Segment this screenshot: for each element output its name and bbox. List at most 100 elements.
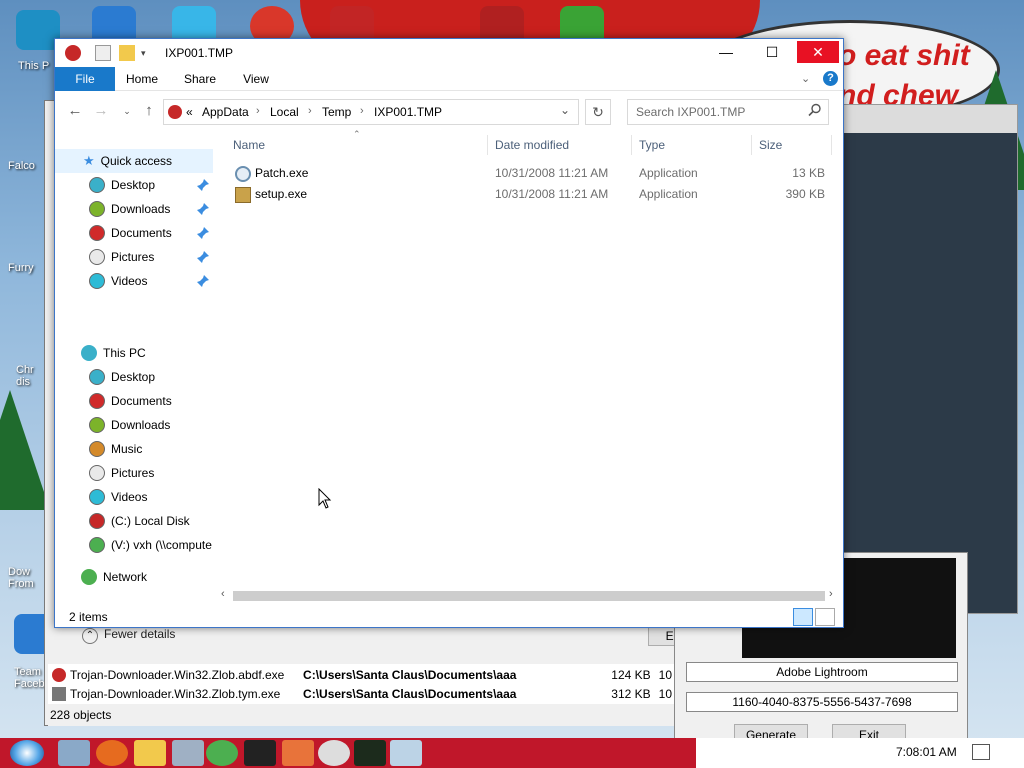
folder-icon [89, 393, 105, 409]
file-name: Trojan-Downloader.Win32.Zlob.tym.exe [70, 686, 281, 701]
chevron-right-icon[interactable]: › [360, 105, 364, 117]
folder-icon [89, 201, 105, 217]
horizontal-scrollbar[interactable]: ‹ › [217, 587, 843, 605]
forward-arrow-icon[interactable]: → [91, 101, 111, 121]
list-item[interactable]: Trojan-Downloader.Win32.Zlob.tym.exe C:\… [52, 684, 672, 703]
file-extra: 10 [658, 686, 672, 701]
folder-icon [89, 441, 105, 457]
task-view-icon[interactable] [58, 740, 90, 766]
scroll-left-icon[interactable]: ‹ [221, 588, 225, 600]
chrome-icon[interactable] [206, 740, 238, 766]
chevron-down-icon[interactable]: ⌄ [560, 103, 570, 117]
sidebar-item[interactable]: Downloads [55, 197, 213, 221]
pin-icon[interactable] [196, 178, 210, 192]
sidebar-item[interactable]: Videos [55, 485, 213, 509]
file-date: 10/31/2008 11:21 AM [495, 187, 609, 201]
list-item[interactable]: Trojan-Downloader.Win32.Zlob.abdf.exe C:… [52, 665, 672, 684]
serial-field[interactable]: 1160-4040-8375-5556-5437-7698 [686, 692, 958, 712]
tab-share[interactable]: Share [177, 67, 223, 91]
item-count: 2 items [69, 610, 108, 624]
chevron-right-icon[interactable]: › [308, 105, 312, 117]
minimize-button[interactable]: — [705, 41, 747, 63]
column-header-name[interactable]: Name [233, 131, 265, 159]
file-row[interactable]: Patch.exe 10/31/2008 11:21 AM Applicatio… [231, 163, 831, 184]
large-icons-view-icon[interactable] [815, 608, 835, 626]
scroll-right-icon[interactable]: › [829, 588, 833, 600]
close-button[interactable]: ✕ [797, 41, 839, 63]
tab-view[interactable]: View [235, 67, 277, 91]
breadcrumb-item[interactable]: IXP001.TMP [374, 105, 442, 119]
back-arrow-icon[interactable]: ← [65, 101, 85, 121]
sidebar-item[interactable]: Downloads [55, 413, 213, 437]
sidebar-item[interactable]: Desktop [55, 173, 213, 197]
sidebar-item[interactable]: Documents [55, 221, 213, 245]
notifications-icon[interactable] [972, 744, 990, 760]
app-icon[interactable] [354, 740, 386, 766]
expand-ribbon-icon[interactable]: ⌄ [801, 72, 810, 85]
sidebar-item[interactable]: (V:) vxh (\\compute [55, 533, 213, 557]
sidebar-item[interactable]: (C:) Local Disk [55, 509, 213, 533]
address-bar[interactable]: « AppData › Local › Temp › IXP001.TMP ⌄ [163, 99, 579, 125]
pin-icon[interactable] [196, 250, 210, 264]
sidebar-item[interactable]: Documents [55, 389, 213, 413]
breadcrumb-item[interactable]: Temp [322, 105, 351, 119]
pin-icon[interactable] [196, 226, 210, 240]
taskbar-clock[interactable]: 7:08:01 AM [896, 745, 957, 759]
column-header-date[interactable]: Date modified [495, 131, 569, 159]
breadcrumb-item[interactable]: AppData [202, 105, 249, 119]
app-icon[interactable] [65, 45, 81, 61]
sidebar-item[interactable]: Music [55, 437, 213, 461]
control-panel-icon[interactable] [172, 740, 204, 766]
pin-icon[interactable] [196, 274, 210, 288]
help-icon[interactable]: ? [823, 71, 838, 86]
christmas-tree-decoration [0, 390, 50, 510]
file-name: Trojan-Downloader.Win32.Zlob.abdf.exe [70, 667, 285, 682]
installer-box-icon [235, 187, 251, 203]
column-header-type[interactable]: Type [639, 131, 665, 159]
folder-icon [89, 513, 105, 529]
sidebar-item-network[interactable]: Network [55, 565, 213, 589]
file-explorer-icon[interactable] [134, 740, 166, 766]
app-icon[interactable] [390, 740, 422, 766]
sidebar-item-quick-access[interactable]: ★ Quick access [55, 149, 213, 173]
maximize-button[interactable]: ☐ [751, 41, 793, 63]
details-view-icon[interactable] [793, 608, 813, 626]
pin-icon[interactable] [196, 202, 210, 216]
properties-icon[interactable] [95, 45, 111, 61]
command-prompt-icon[interactable] [244, 740, 276, 766]
file-row[interactable]: setup.exe 10/31/2008 11:21 AM Applicatio… [231, 184, 831, 205]
tab-home[interactable]: Home [119, 67, 165, 91]
search-app-icon[interactable] [282, 740, 314, 766]
sidebar-item-label: Pictures [111, 466, 155, 480]
sidebar-item[interactable]: Desktop [55, 365, 213, 389]
breadcrumb-overflow[interactable]: « [186, 105, 193, 119]
up-arrow-icon[interactable]: ↑ [139, 101, 159, 121]
sidebar-item[interactable]: Videos [55, 269, 213, 293]
desktop-label: Furry [8, 262, 34, 274]
search-input[interactable]: Search IXP001.TMP [627, 99, 829, 125]
firefox-icon[interactable] [96, 740, 128, 766]
column-header-size[interactable]: Size [759, 131, 782, 159]
sidebar-item[interactable]: Pictures [55, 245, 213, 269]
file-extra: 10 [658, 667, 672, 682]
new-folder-icon[interactable] [119, 45, 135, 61]
breadcrumb-item[interactable]: Local [270, 105, 299, 119]
folder-icon [89, 489, 105, 505]
sidebar-item-this-pc[interactable]: This PC [55, 341, 213, 365]
sidebar-item[interactable]: Pictures [55, 461, 213, 485]
scrollbar-thumb[interactable] [233, 591, 825, 601]
recent-locations-icon[interactable]: ⌄ [117, 101, 137, 121]
chevron-right-icon[interactable]: › [256, 105, 260, 117]
sidebar-item-label: Desktop [111, 370, 156, 384]
file-icon [52, 686, 66, 701]
start-button[interactable] [10, 740, 44, 766]
fewer-details-link[interactable]: ⌃ Fewer details [82, 627, 175, 644]
folder-icon [89, 225, 105, 241]
chevron-down-icon[interactable]: ▾ [141, 45, 149, 61]
folder-icon [89, 369, 105, 385]
product-field[interactable]: Adobe Lightroom [686, 662, 958, 682]
mouse-cursor-icon [318, 488, 332, 509]
tab-file[interactable]: File [55, 67, 115, 91]
refresh-icon[interactable]: ↻ [585, 99, 611, 125]
app-icon[interactable] [318, 740, 350, 766]
